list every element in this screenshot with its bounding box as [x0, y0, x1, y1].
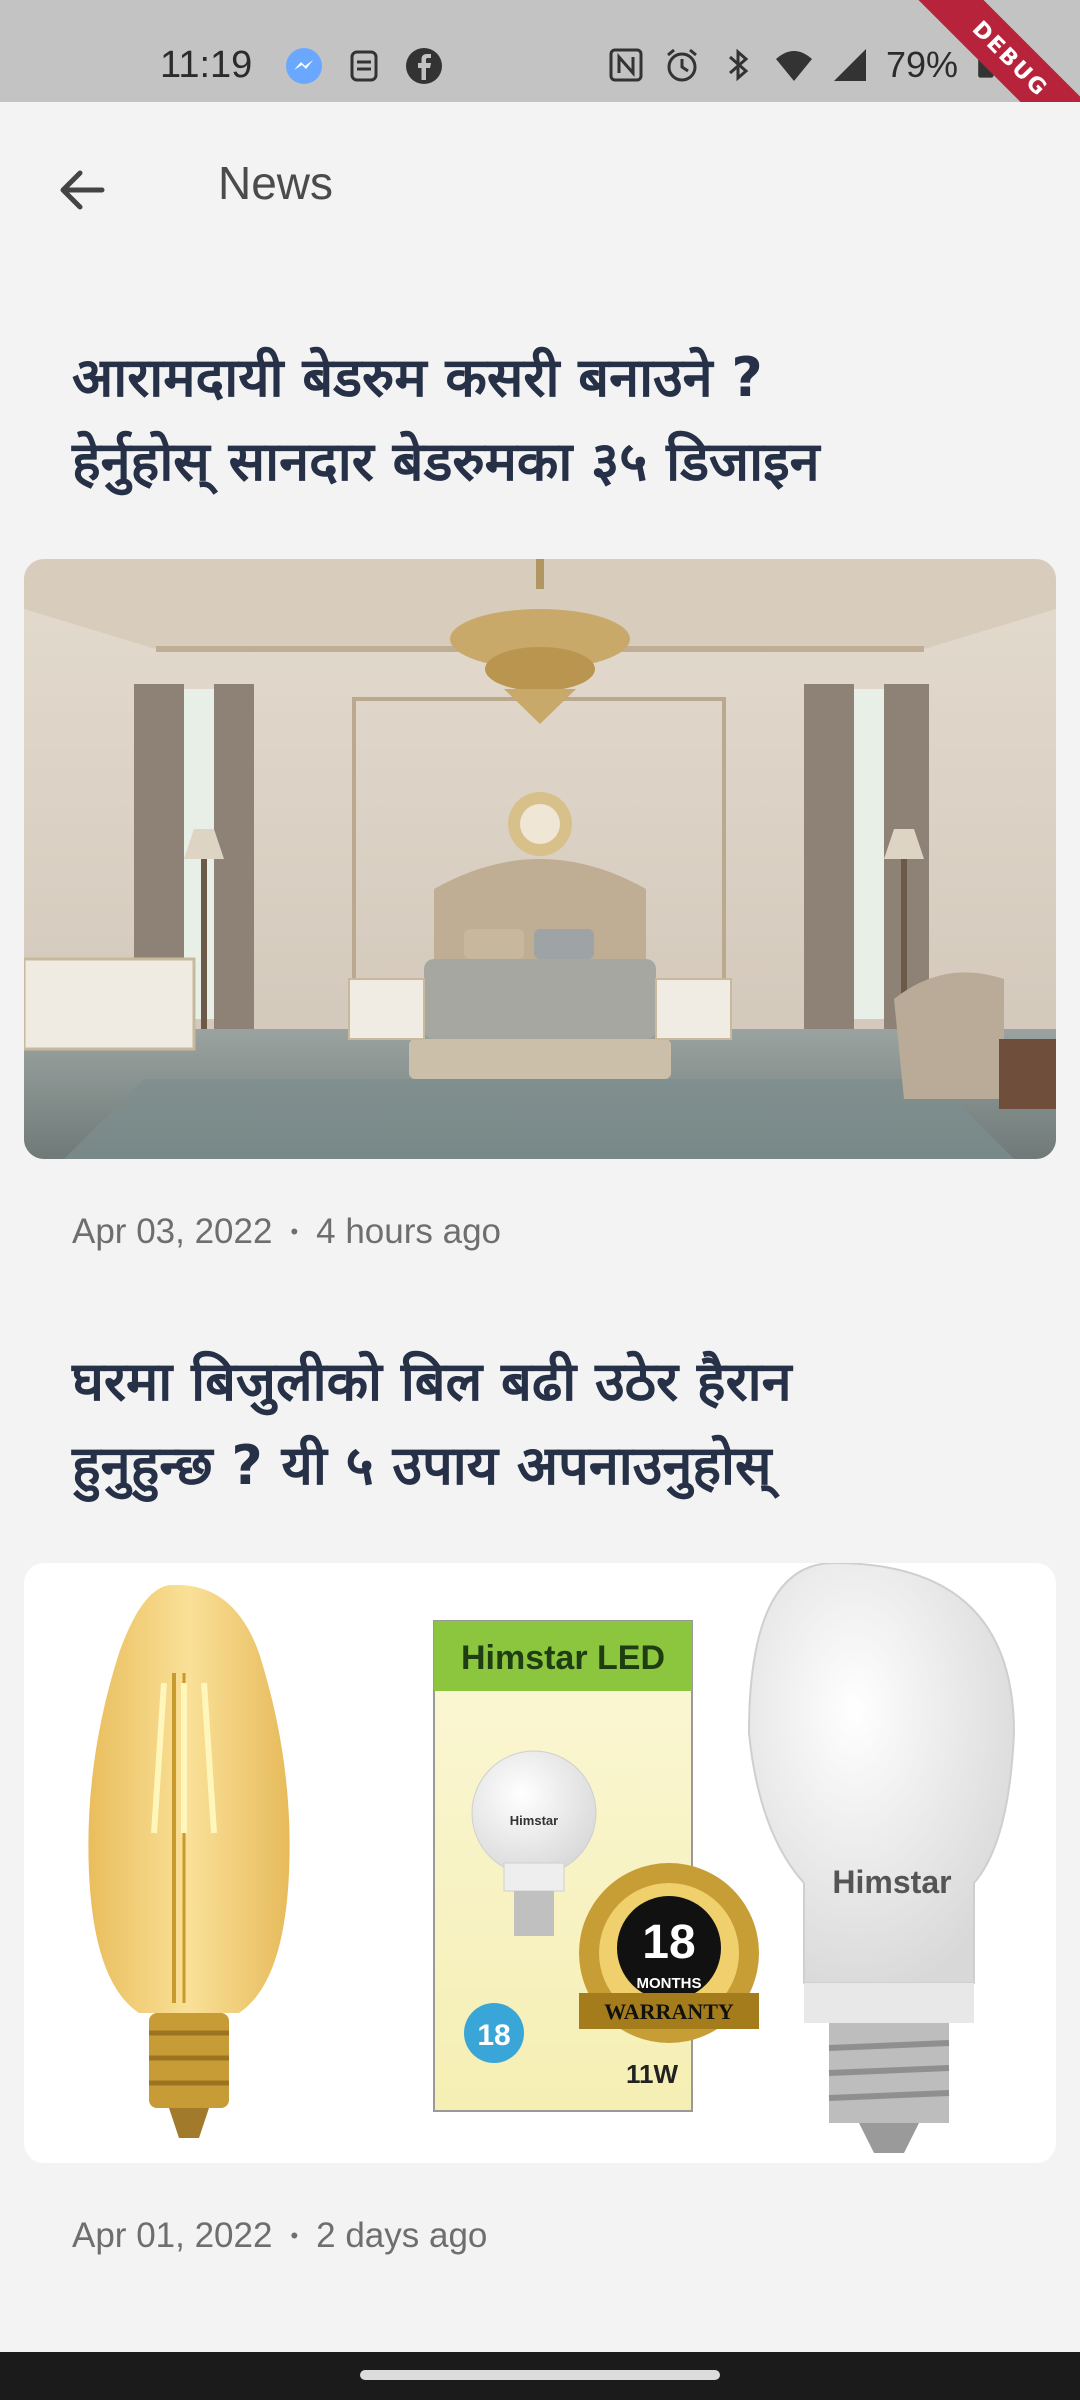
bedroom-photo: [24, 559, 1056, 1159]
box-bulb-label: Himstar: [510, 1813, 558, 1828]
status-notification-icons: [284, 46, 444, 86]
box-watts: 11W: [626, 2059, 678, 2089]
bluetooth-icon: [728, 48, 749, 82]
box-brand-text: Himstar LED: [461, 1639, 665, 1677]
news-date: Apr 01, 2022: [72, 2216, 273, 2255]
status-system-icons: 79%: [606, 44, 1002, 86]
news-title-line: हुनुहुन्छ ? यी ५ उपाय अपनाउनुहोस्: [72, 1434, 772, 1497]
messenger-icon: [286, 48, 322, 84]
battery-percentage: 79%: [885, 44, 958, 85]
meta-separator: •: [290, 2223, 299, 2248]
warranty-number: 18: [642, 1916, 695, 1969]
led-bulbs-photo: Himstar LED Himstar 18 11W 18 MONTHS WAR…: [88, 1563, 1016, 2153]
meta-separator: •: [290, 1219, 299, 1244]
news-title[interactable]: आरामदायी बेडरुम कसरी बनाउने ? हेर्नुहोस्…: [72, 336, 1022, 504]
news-date: Apr 03, 2022: [72, 1212, 273, 1251]
news-meta: Apr 01, 2022 • 2 days ago: [72, 2216, 487, 2256]
nfc-icon: [609, 48, 643, 82]
news-title-line: आरामदायी बेडरुम कसरी बनाउने ?: [72, 346, 763, 409]
warranty-months: MONTHS: [637, 1975, 702, 1992]
news-title-line: घरमा बिजुलीको बिल बढी उठेर हैरान: [72, 1350, 792, 1413]
home-gesture-handle[interactable]: [360, 2370, 720, 2380]
news-image-bulbs[interactable]: Himstar LED Himstar 18 11W 18 MONTHS WAR…: [24, 1563, 1056, 2163]
status-time: 11:19: [160, 44, 253, 86]
app-bar: News: [0, 102, 1080, 270]
status-bar: 11:19 79% DEBUG: [0, 0, 1080, 175]
app-notification-icon: [350, 50, 378, 82]
news-relative-time: 2 days ago: [316, 2216, 488, 2255]
back-button[interactable]: [46, 154, 118, 226]
news-meta: Apr 03, 2022 • 4 hours ago: [72, 1212, 501, 1252]
box-small-badge: 18: [477, 2019, 510, 2052]
news-title-line: हेर्नुहोस् सानदार बेडरुमका ३५ डिजाइन: [72, 430, 820, 493]
arrow-left-icon: [60, 170, 105, 210]
wifi-icon: [775, 51, 812, 81]
warranty-label: WARRANTY: [604, 1999, 734, 2024]
page-title: News: [218, 157, 334, 209]
facebook-icon: [406, 48, 442, 84]
system-navigation-bar: [0, 2352, 1080, 2400]
news-image-bedroom[interactable]: [24, 559, 1056, 1159]
signal-icon: [833, 49, 866, 81]
news-title[interactable]: घरमा बिजुलीको बिल बढी उठेर हैरान हुनुहुन…: [72, 1340, 1022, 1508]
bulb-brand-text: Himstar: [832, 1864, 951, 1900]
news-relative-time: 4 hours ago: [316, 1212, 502, 1251]
alarm-icon: [666, 48, 697, 82]
